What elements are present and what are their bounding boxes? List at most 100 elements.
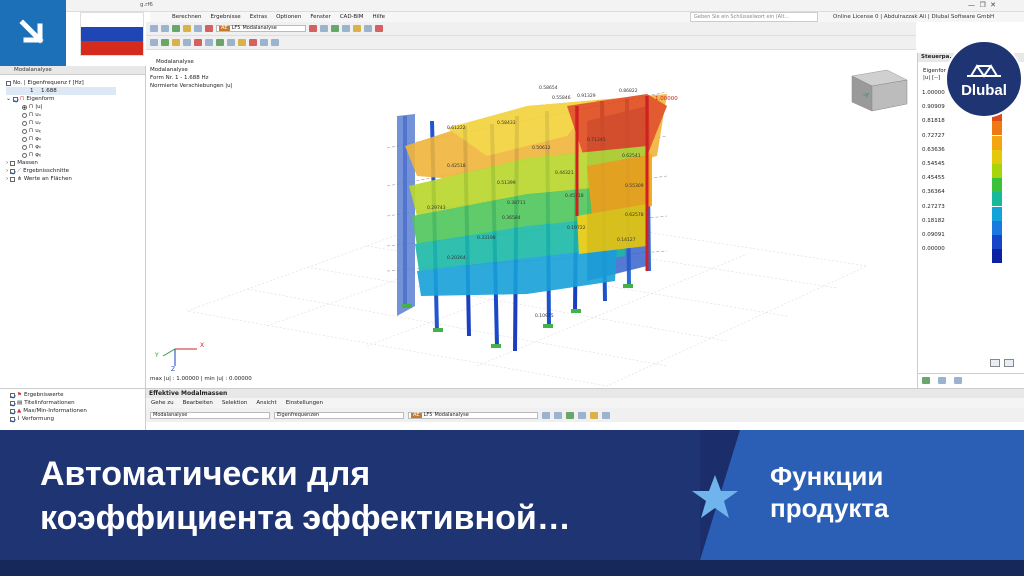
grid-icon[interactable] <box>260 39 268 46</box>
export-icon[interactable] <box>566 411 574 419</box>
solid-icon[interactable] <box>205 39 213 46</box>
highlight-icon[interactable] <box>590 411 598 419</box>
chevron-right-icon[interactable]: › <box>6 159 8 167</box>
view-icon[interactable] <box>161 25 169 32</box>
chevron-right-icon[interactable]: › <box>6 167 8 175</box>
table-menu-item[interactable]: Bearbeiten <box>183 400 213 406</box>
window-controls[interactable]: — ❐ ✕ <box>968 1 996 9</box>
delete-icon[interactable] <box>249 39 257 46</box>
mode-option[interactable]: ⊓ uᵪ <box>22 127 145 135</box>
mode-option[interactable]: ⊓ uₓ <box>22 111 145 119</box>
table-menu-item[interactable]: Einstellungen <box>286 400 323 406</box>
filter-icon[interactable] <box>183 25 191 32</box>
menu-item-extras[interactable]: Extras <box>250 14 267 20</box>
mode-option[interactable]: ⊓ |u| <box>22 103 145 111</box>
nav-ergebnisschnitte[interactable]: › ⟋ Ergebnisschnitte <box>6 167 145 175</box>
menu-item-hilfe[interactable]: Hilfe <box>373 14 386 20</box>
menu-item-ergebnisse[interactable]: Ergebnisse <box>211 14 241 20</box>
opt-checkbox[interactable] <box>10 408 15 414</box>
print-icon[interactable] <box>578 411 586 419</box>
opt-checkbox[interactable] <box>10 400 15 406</box>
mode-radio[interactable] <box>22 120 27 126</box>
tab-legend-icon[interactable] <box>922 377 930 384</box>
nav-eigenform[interactable]: ⌄ ⊓ Eigenform <box>6 95 145 103</box>
opt-checkbox[interactable] <box>10 416 15 422</box>
opt-titelinfo[interactable]: ▤ Titelinformationen <box>10 399 145 407</box>
mode-radio[interactable] <box>22 144 27 150</box>
load-icon[interactable] <box>205 25 213 32</box>
license-info: Online License 0 | Abdulrazzak Ali | Dlu… <box>833 14 995 20</box>
deformation-icon[interactable] <box>331 25 339 32</box>
load-case-select[interactable]: AE LF5 Modalanalyse <box>408 411 538 419</box>
table-menu-item[interactable]: Selektion <box>222 400 248 406</box>
werte-checkbox[interactable] <box>10 176 16 182</box>
table-menu-item[interactable]: Gehe zu <box>151 400 174 406</box>
results-icon[interactable] <box>309 25 317 32</box>
opt-checkbox[interactable] <box>10 392 15 398</box>
support-icon[interactable] <box>216 39 224 46</box>
menu-item-cad-bim[interactable]: CAD-BIM <box>340 14 364 20</box>
mode-option[interactable]: ⊓ φᵪ <box>22 151 145 159</box>
opt-ergebniswerte[interactable]: ⚑ Ergebniswerte <box>10 391 145 399</box>
values-icon[interactable] <box>353 25 361 32</box>
mode-icon: ⊓ <box>29 112 34 118</box>
load-case-label: LF5 <box>423 411 433 418</box>
freq-checkbox[interactable] <box>6 80 11 86</box>
menu-item-optionen[interactable]: Optionen <box>276 14 301 20</box>
chevron-right-icon[interactable]: › <box>6 175 8 183</box>
load-case-combo[interactable]: AE LF5 Modalanalyse <box>216 25 306 32</box>
table-menu-item[interactable]: Ansicht <box>256 400 276 406</box>
sort-icon[interactable] <box>554 411 562 419</box>
node-icon[interactable] <box>161 39 169 46</box>
table-type-select[interactable]: Eigenfrequenzen <box>274 411 404 419</box>
filter-icon[interactable] <box>542 411 550 419</box>
snap-icon[interactable] <box>271 39 279 46</box>
animation-icon[interactable] <box>342 25 350 32</box>
tab-balance-icon[interactable] <box>954 377 962 384</box>
search-icon[interactable] <box>602 411 610 419</box>
massen-checkbox[interactable] <box>10 160 16 166</box>
nav-freq-header[interactable]: No. | Eigenfrequenz f [Hz] <box>6 79 145 87</box>
member-icon[interactable] <box>183 39 191 46</box>
3d-viewport[interactable]: -Y X Y Z 1.00000 0.58654 0.55846 0.91329… <box>147 66 915 388</box>
legend-value: 0.72727 <box>922 132 945 139</box>
bridge-icon <box>967 64 1001 78</box>
model-icon[interactable] <box>194 25 202 32</box>
menu-item-berechnen[interactable]: Berechnen <box>172 14 202 20</box>
mode-option[interactable]: ⊓ φₓ <box>22 135 145 143</box>
display-icon[interactable] <box>172 25 180 32</box>
undo-icon[interactable] <box>150 25 158 32</box>
measure-icon[interactable] <box>238 39 246 46</box>
copy-icon[interactable] <box>990 359 1000 367</box>
opt-verformung[interactable]: ⌇ Verformung <box>10 415 145 423</box>
eigenform-checkbox[interactable] <box>13 96 19 102</box>
mode-option[interactable]: ⊓ φᵧ <box>22 143 145 151</box>
view-cube[interactable]: -Y <box>851 69 908 112</box>
result-value-label: 0.50612 <box>532 146 551 151</box>
tab-scale-icon[interactable] <box>938 377 946 384</box>
surface-icon[interactable] <box>194 39 202 46</box>
mode-radio[interactable] <box>22 128 27 134</box>
report-icon[interactable] <box>375 25 383 32</box>
mode-radio[interactable] <box>22 136 27 142</box>
settings-icon[interactable] <box>1004 359 1014 367</box>
freq-select[interactable]: 1 1.688 <box>6 87 116 95</box>
mode-option[interactable]: ⊓ uᵧ <box>22 119 145 127</box>
search-input[interactable]: Geben Sie ein Schlüsselwort ein (Alt... <box>690 12 818 22</box>
mode-icon: ⊓ <box>29 152 34 158</box>
mode-radio[interactable] <box>22 104 27 110</box>
mode-radio[interactable] <box>22 112 27 118</box>
mode-radio[interactable] <box>22 152 27 158</box>
section-icon[interactable] <box>320 25 328 32</box>
nav-massen[interactable]: › Massen <box>6 159 145 167</box>
nav-werte[interactable]: › ⋔ Werte an Flächen <box>6 175 145 183</box>
opt-maxmin[interactable]: ▲ Max/Min-Informationen <box>10 407 145 415</box>
line-icon[interactable] <box>172 39 180 46</box>
chevron-down-icon[interactable]: ⌄ <box>6 95 11 103</box>
table-icon[interactable] <box>364 25 372 32</box>
hinge-icon[interactable] <box>227 39 235 46</box>
schnitte-checkbox[interactable] <box>10 168 16 174</box>
menu-item-fenster[interactable]: Fenster <box>310 14 330 20</box>
analysis-type-select[interactable]: Modalanalyse <box>150 411 270 419</box>
select-icon[interactable] <box>150 39 158 46</box>
